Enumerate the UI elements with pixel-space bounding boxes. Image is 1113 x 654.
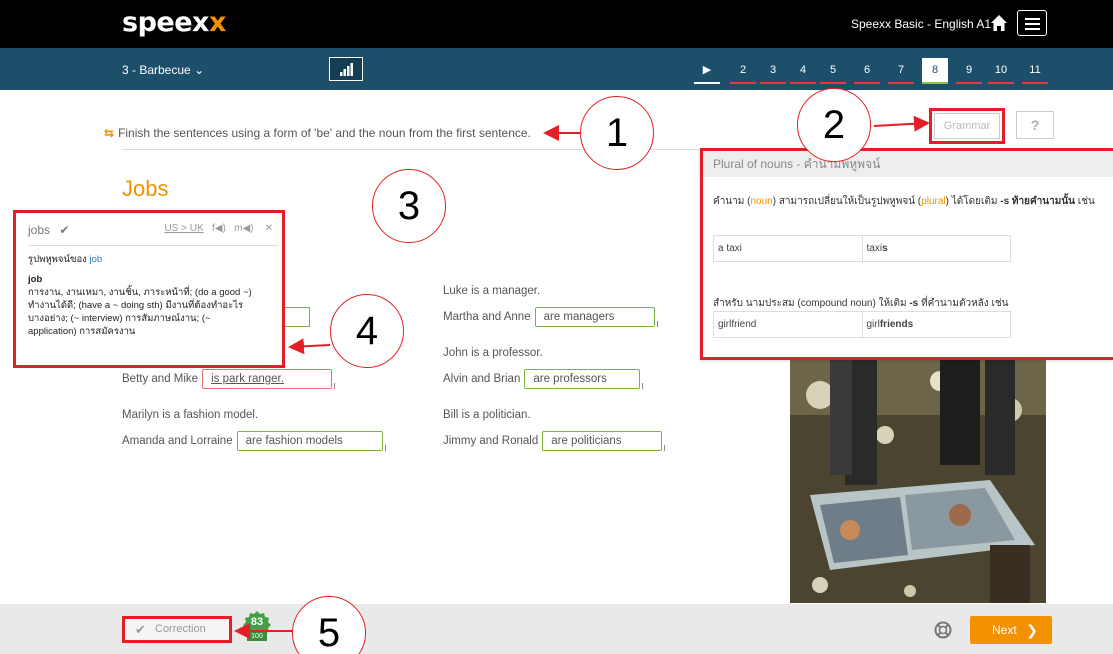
item-subject: Alvin and Brian (443, 373, 521, 385)
signal-level-icon[interactable] (329, 57, 363, 81)
grammar-panel: Plural of nouns - คำนามพหูพจน์ คำนาม (no… (700, 148, 1113, 360)
grammar-example-table: girlfriend girlfriends (713, 311, 1011, 338)
chevron-down-icon: ⌄ (194, 63, 205, 77)
help-button[interactable]: ? (1016, 111, 1054, 139)
lesson-photo (790, 355, 1046, 603)
next-button[interactable]: Next ❯ (970, 616, 1052, 644)
example-plural: girlfriends (861, 312, 1011, 337)
item-prompt: Bill is a politician. (443, 409, 531, 421)
dictionary-header: jobs ✔ US > UK f◀) m◀) ✕ (28, 223, 273, 237)
item-answer-row: Amanda and Lorraine are fashion models (122, 431, 386, 451)
step-2[interactable]: 2 (730, 58, 756, 84)
answer-input[interactable]: are fashion models (236, 431, 386, 451)
item-answer-row: Alvin and Brian are professors (443, 369, 644, 389)
item-prompt: Marilyn is a fashion model. (122, 409, 259, 421)
item-answer-row: Jimmy and Ronald are politicians (443, 431, 666, 451)
female-audio-icon[interactable]: f◀) (212, 223, 226, 234)
check-icon: ✔ (135, 622, 146, 637)
lesson-nav-bar: 3 - Barbecue ⌄ ▶ 2 3 4 5 6 7 8 9 10 11 (0, 48, 1113, 90)
step-5[interactable]: 5 (820, 58, 846, 84)
course-title: Speexx Basic - English A1 (851, 17, 992, 31)
page-title: Jobs (122, 176, 169, 201)
dictionary-controls: US > UK f◀) m◀) ✕ (164, 223, 273, 234)
answer-input[interactable]: are managers (534, 307, 658, 327)
step-play[interactable]: ▶ (694, 58, 720, 84)
dictionary-word: jobs (28, 223, 51, 237)
item-subject: Martha and Anne (443, 311, 531, 323)
grammar-button-highlight (929, 108, 1005, 144)
step-7[interactable]: 7 (888, 58, 914, 84)
dialect-toggle[interactable]: US > UK (164, 223, 203, 234)
step-8[interactable]: 8 (922, 58, 948, 84)
score-value: 83 (250, 616, 264, 628)
lifebuoy-icon[interactable] (934, 621, 952, 639)
item-answer-row: Martha and Anne are managers (443, 307, 658, 327)
chevron-right-icon: ❯ (1026, 622, 1038, 638)
example-plural: taxis (861, 236, 1011, 261)
item-subject: Jimmy and Ronald (443, 435, 539, 447)
dictionary-popup: jobs ✔ US > UK f◀) m◀) ✕ รูปพหูพจน์ของ j… (13, 210, 285, 368)
example-singular: girlfriend (718, 319, 757, 330)
callout-2: 2 (797, 88, 871, 162)
home-icon[interactable] (990, 14, 1008, 32)
step-3[interactable]: 3 (760, 58, 786, 84)
step-4[interactable]: 4 (790, 58, 816, 84)
entry-word: job (28, 274, 43, 285)
unit-select[interactable]: 3 - Barbecue ⌄ (122, 63, 204, 77)
callout-3: 3 (372, 169, 446, 243)
hamburger-menu-button[interactable] (1017, 10, 1047, 36)
grammar-rule: คำนาม (noun) สามารถเปลี่ยนให้เป็นรูปพหูพ… (713, 196, 1095, 207)
instruction: ⇆ Finish the sentences using a form of 'b… (104, 126, 531, 140)
top-bar: speexx Speexx Basic - English A1 (0, 0, 1113, 48)
male-audio-icon[interactable]: m◀) (234, 223, 253, 234)
item-prompt: John is a professor. (443, 347, 543, 359)
item-answer-row: Betty and Mike is park ranger. (122, 369, 336, 389)
check-icon: ✔ (59, 223, 70, 237)
swap-arrows-icon: ⇆ (104, 126, 115, 140)
correction-button[interactable]: ✔ Correction (122, 616, 232, 643)
score-total: 100 (247, 632, 267, 641)
lemma-link[interactable]: job (89, 254, 102, 265)
callout-1: 1 (580, 96, 654, 170)
step-9[interactable]: 9 (956, 58, 982, 84)
plural-of-line: รูปพหูพจน์ของ job (28, 254, 103, 265)
grammar-rule: สำหรับ นามประสม (compound noun) ให้เติม … (713, 298, 1009, 309)
step-10[interactable]: 10 (988, 58, 1014, 84)
close-icon[interactable]: ✕ (265, 223, 273, 234)
step-11[interactable]: 11 (1022, 58, 1048, 84)
grammar-example-table: a taxi taxis (713, 235, 1011, 262)
answer-input[interactable]: are professors (524, 369, 644, 389)
divider (28, 245, 278, 246)
item-subject: Betty and Mike (122, 373, 199, 385)
entry-definition: ทำงานได้ดี; (have a ~ doing sth) มีงานที… (28, 300, 244, 311)
answer-input[interactable]: is park ranger. (202, 369, 336, 389)
grammar-panel-title: Plural of nouns - คำนามพหูพจน์ (703, 151, 1113, 177)
step-6[interactable]: 6 (854, 58, 880, 84)
callout-4: 4 (330, 294, 404, 368)
example-singular: a taxi (718, 243, 742, 254)
answer-input[interactable]: are politicians (542, 431, 666, 451)
entry-definition: บางอย่าง; (~ interview) การสัมภาษณ์งาน; … (28, 313, 211, 324)
item-subject: Amanda and Lorraine (122, 435, 233, 447)
entry-definition: application) การสมัครงาน (28, 326, 136, 337)
entry-definition: การงาน, งานเหมา, งานชิ้น, ภาระหน้าที่; (… (28, 287, 252, 298)
item-prompt: Luke is a manager. (443, 285, 541, 297)
speexx-logo[interactable]: speexx (122, 8, 226, 38)
score-badge: 83 100 (243, 611, 271, 645)
